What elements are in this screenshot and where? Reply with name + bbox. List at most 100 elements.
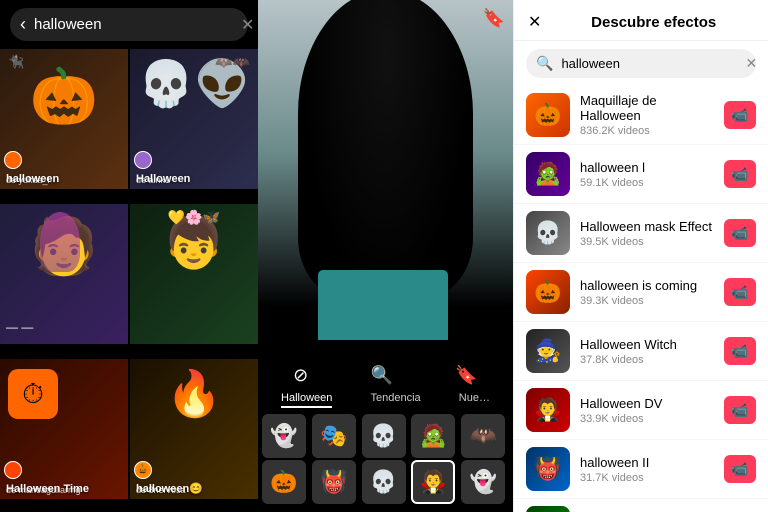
effect-cell-4[interactable]: 🧟 [411, 414, 455, 458]
effect-action-2[interactable]: 📹 [724, 160, 756, 188]
back-button[interactable]: ‹ [20, 14, 26, 35]
effect-name-2: halloween l [580, 160, 714, 175]
effect-row-4[interactable]: 🎃 halloween is coming 39.3K videos 📹 [514, 263, 768, 322]
grid-item-5[interactable]: ⏱ Halloween Time de marioaguilarmg [0, 359, 128, 499]
right-search-bar: 🔍 ✕ [526, 49, 756, 78]
video-grid: 🎃 🐈‍⬛ halloween de yukaa_l 💀👽 🦇🦇 Hallowe… [0, 49, 258, 512]
grid-item-3[interactable]: 🧑 — — [0, 204, 128, 344]
effect-cell-8[interactable]: 💀 [362, 460, 406, 504]
right-panel: ✕ Descubre efectos 🔍 ✕ 🎃 Maquillaje de H… [513, 0, 768, 512]
grid-item-6[interactable]: 🔥 🎃 halloween😊 de 8nervosa [130, 359, 258, 499]
effect-action-6[interactable]: 📹 [724, 396, 756, 424]
grid-sublabel-2: de alnk1 [136, 175, 170, 185]
effect-count-2: 59.1K videos [580, 177, 714, 189]
left-panel: ‹ ✕ 🎃 🐈‍⬛ halloween de yukaa_l 💀👽 🦇🦇 Hal… [0, 0, 258, 512]
effect-thumb-2: 🧟 [526, 152, 570, 196]
person-figure [258, 0, 513, 340]
effect-action-7[interactable]: 📹 [724, 455, 756, 483]
effect-row-1[interactable]: 🎃 Maquillaje de Halloween 836.2K videos … [514, 86, 768, 145]
timer-icon: ⏱ [8, 369, 58, 419]
effect-info-4: halloween is coming 39.3K videos [580, 278, 714, 307]
effect-cell-3[interactable]: 💀 [362, 414, 406, 458]
effect-info-3: Halloween mask Effect 39.5K videos [580, 219, 714, 248]
effect-thumb-8: 🦇 [526, 506, 570, 512]
grid-item-4[interactable]: 👦 💛🌸🦋 [130, 204, 258, 344]
grid-sublabel-5: de marioaguilarmg [6, 485, 81, 495]
effect-row-5[interactable]: 🧙 Halloween Witch 37.8K videos 📹 [514, 322, 768, 381]
effect-name-6: Halloween DV [580, 396, 714, 411]
right-search-icon: 🔍 [536, 55, 553, 72]
effect-row-7[interactable]: 👹 halloween II 31.7K videos 📹 [514, 440, 768, 499]
effect-name-1: Maquillaje de Halloween [580, 93, 714, 123]
effect-row-3[interactable]: 💀 Halloween mask Effect 39.5K videos 📹 [514, 204, 768, 263]
middle-bottom-bar: ⊘ 🔍 🔖 Halloween Tendencia Nue… 👻 🎭 💀 🧟 🦇… [258, 357, 513, 512]
effect-cell-7[interactable]: 👹 [312, 460, 356, 504]
effect-action-1[interactable]: 📹 [724, 101, 756, 129]
effect-count-3: 39.5K videos [580, 236, 714, 248]
tab-tendencia[interactable]: Tendencia [371, 392, 421, 408]
effect-info-7: halloween II 31.7K videos [580, 455, 714, 484]
effect-cell-6[interactable]: 🎃 [262, 460, 306, 504]
effect-grid: 👻 🎭 💀 🧟 🦇 🎃 👹 💀 🧛 👻 [262, 414, 509, 504]
clear-search-button[interactable]: ✕ [241, 15, 254, 35]
avatar-badge-5 [4, 461, 22, 479]
effects-list: 🎃 Maquillaje de Halloween 836.2K videos … [514, 86, 768, 512]
tab-halloween[interactable]: Halloween [281, 392, 332, 408]
effect-cell-2[interactable]: 🎭 [312, 414, 356, 458]
tab-nue[interactable]: Nue… [459, 392, 490, 408]
black-cat-icon: 🐈‍⬛ [8, 54, 24, 70]
effect-thumb-3: 💀 [526, 211, 570, 255]
middle-panel: 🔖 ⊘ 🔍 🔖 Halloween Tendencia Nue… 👻 🎭 💀 🧟… [258, 0, 513, 512]
middle-top-bar: 🔖 [258, 0, 513, 37]
pink-hair-overlay [40, 212, 80, 272]
right-clear-button[interactable]: ✕ [745, 55, 757, 72]
search-icon[interactable]: 🔍 [371, 365, 393, 386]
teal-shirt [318, 270, 448, 340]
camera-icon-4: 📹 [731, 284, 748, 301]
right-search-input[interactable] [561, 56, 737, 71]
camera-icon-1: 📹 [731, 107, 748, 124]
fire-face-icon: 🔥 [166, 367, 222, 420]
close-button[interactable]: ✕ [528, 12, 541, 32]
effect-info-1: Maquillaje de Halloween 836.2K videos [580, 93, 714, 137]
effect-count-7: 31.7K videos [580, 472, 714, 484]
avatar-badge-1 [4, 151, 22, 169]
effect-name-4: halloween is coming [580, 278, 714, 293]
effect-info-2: halloween l 59.1K videos [580, 160, 714, 189]
grid-item-2[interactable]: 💀👽 🦇🦇 Halloween de alnk1 [130, 49, 258, 189]
grid-sublabel-1: de yukaa_l [6, 175, 50, 185]
avatar-badge-6: 🎃 [134, 461, 152, 479]
camera-icon-7: 📹 [731, 461, 748, 478]
nav-tabs-row: Halloween Tendencia Nue… [262, 392, 509, 408]
effect-cell-10[interactable]: 👻 [461, 460, 505, 504]
grid-item-1[interactable]: 🎃 🐈‍⬛ halloween de yukaa_l [0, 49, 128, 189]
effect-cell-9[interactable]: 🧛 [411, 460, 455, 504]
effect-action-5[interactable]: 📹 [724, 337, 756, 365]
effect-thumb-6: 🧛 [526, 388, 570, 432]
effect-row-6[interactable]: 🧛 Halloween DV 33.9K videos 📹 [514, 381, 768, 440]
bookmark-icon[interactable]: 🔖 [483, 8, 505, 29]
bats-icon: 🦇🦇 [215, 54, 250, 71]
effect-thumb-4: 🎃 [526, 270, 570, 314]
effect-info-6: Halloween DV 33.9K videos [580, 396, 714, 425]
right-header: ✕ Descubre efectos [514, 0, 768, 41]
effect-cell-1[interactable]: 👻 [262, 414, 306, 458]
effect-row-2[interactable]: 🧟 halloween l 59.1K videos 📹 [514, 145, 768, 204]
effect-name-3: Halloween mask Effect [580, 219, 714, 234]
dark-hair [298, 0, 473, 300]
camera-icon-3: 📹 [731, 225, 748, 242]
effect-row-8[interactable]: 🦇 halloween iv 28.2K videos 📹 [514, 499, 768, 512]
block-icon[interactable]: ⊘ [293, 365, 308, 386]
effect-count-5: 37.8K videos [580, 354, 714, 366]
effect-info-5: Halloween Witch 37.8K videos [580, 337, 714, 366]
effect-action-3[interactable]: 📹 [724, 219, 756, 247]
effect-cell-5[interactable]: 🦇 [461, 414, 505, 458]
right-panel-title: Descubre efectos [553, 14, 754, 31]
effect-action-4[interactable]: 📹 [724, 278, 756, 306]
search-input[interactable] [34, 16, 233, 33]
effect-name-7: halloween II [580, 455, 714, 470]
emoji-crown: 💛🌸🦋 [168, 209, 220, 226]
save-icon[interactable]: 🔖 [455, 365, 477, 386]
effect-thumb-1: 🎃 [526, 93, 570, 137]
camera-icon-2: 📹 [731, 166, 748, 183]
